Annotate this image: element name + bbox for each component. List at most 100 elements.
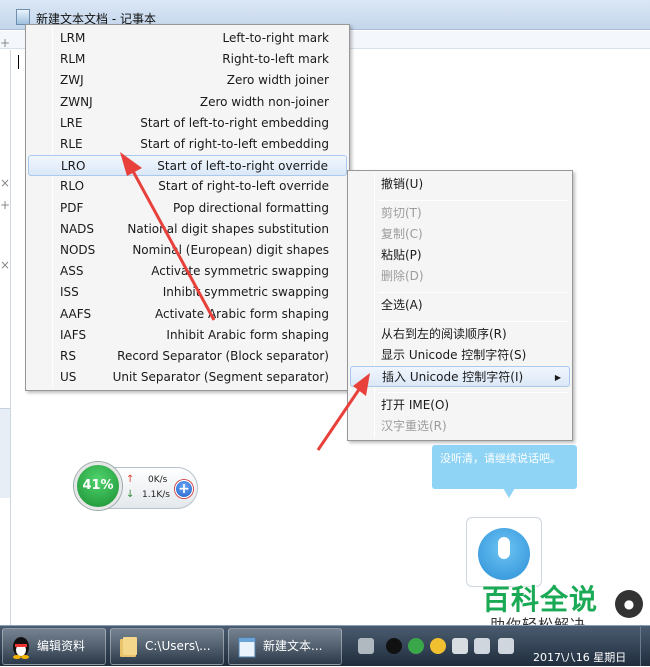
submenu-item-abbr: RLE xyxy=(60,137,83,151)
menu-item-label: 从右到左的阅读顺序(R) xyxy=(381,327,507,341)
menu-item-label: 删除(D) xyxy=(381,269,424,283)
submenu-item-abbr: RS xyxy=(60,349,76,363)
submenu-item-iss[interactable]: ISS Inhibit symmetric swapping xyxy=(28,282,347,303)
voice-bubble-tail xyxy=(503,488,515,498)
submenu-item-rlo[interactable]: RLO Start of right-to-left override xyxy=(28,176,347,197)
submenu-item-description: Inhibit Arabic form shaping xyxy=(166,327,329,342)
menu-item-copy[interactable]: 复制(C) xyxy=(350,224,570,245)
submenu-item-description: Right-to-left mark xyxy=(222,52,329,67)
side-close-icon: × xyxy=(0,176,11,190)
context-menu: 撤销(U) 剪切(T) 复制(C) 粘贴(P) 删除(D) 全选(A) 从右到左… xyxy=(347,170,573,441)
memory-usage-circle[interactable]: 41% xyxy=(74,462,122,510)
submenu-item-nods[interactable]: NODS Nominal (European) digit shapes xyxy=(28,240,347,261)
submenu-item-lrm[interactable]: LRM Left-to-right mark xyxy=(28,28,347,49)
menu-item-select-all[interactable]: 全选(A) xyxy=(350,295,570,316)
submenu-item-abbr: PDF xyxy=(60,200,84,215)
show-desktop-button[interactable] xyxy=(640,625,650,666)
notepad-icon xyxy=(16,9,30,25)
download-speed: 1.1K/s xyxy=(142,490,170,500)
menu-item-label: 汉字重选(R) xyxy=(381,419,447,433)
taskbar-button-qq-profile[interactable]: 编辑资料 xyxy=(2,628,106,665)
submenu-item-rle[interactable]: RLE Start of right-to-left embedding xyxy=(28,134,347,155)
submenu-item-description: Start of right-to-left override xyxy=(158,179,329,194)
submenu-item-zwj[interactable]: ZWJ Zero width joiner xyxy=(28,70,347,91)
submenu-item-description: Start of left-to-right override xyxy=(157,159,328,174)
submenu-item-rlm[interactable]: RLM Right-to-left mark xyxy=(28,49,347,70)
security-shield-icon[interactable] xyxy=(408,638,424,654)
submenu-item-us[interactable]: US Unit Separator (Segment separator) xyxy=(28,367,347,388)
menu-separator xyxy=(378,321,568,322)
menu-item-delete[interactable]: 删除(D) xyxy=(350,266,570,287)
watermark-title: 百科全说 xyxy=(482,583,599,616)
submenu-item-description: Pop directional formatting xyxy=(173,200,329,215)
qq-penguin-icon xyxy=(13,637,29,659)
side-plus-icon: + xyxy=(0,36,11,50)
menu-item-label: 复制(C) xyxy=(381,227,423,241)
side-plus-icon-2: + xyxy=(0,198,11,212)
menu-item-undo[interactable]: 撤销(U) xyxy=(350,174,570,195)
taskbar-button-notepad[interactable]: 新建文本... xyxy=(228,628,342,665)
submenu-item-rs[interactable]: RS Record Separator (Block separator) xyxy=(28,346,347,367)
submenu-item-description: Zero width joiner xyxy=(226,73,329,88)
menu-item-reconversion[interactable]: 汉字重选(R) xyxy=(350,416,570,437)
submenu-item-abbr: ZWJ xyxy=(60,73,84,88)
menu-item-label: 显示 Unicode 控制字符(S) xyxy=(381,348,527,362)
submenu-item-abbr: RLM xyxy=(60,52,86,67)
taskbar-button-label: 新建文本... xyxy=(263,639,323,653)
submenu-item-nads[interactable]: NADS National digit shapes substitution xyxy=(28,219,347,240)
text-caret xyxy=(18,55,19,69)
submenu-item-abbr: NODS xyxy=(60,243,96,257)
submenu-item-abbr: LRM xyxy=(60,31,86,45)
notepad-icon xyxy=(238,637,256,658)
speedup-plus-icon[interactable]: + xyxy=(175,480,193,498)
taskbar-button-explorer[interactable]: C:\Users\... xyxy=(110,628,224,665)
menu-item-paste[interactable]: 粘贴(P) xyxy=(350,245,570,266)
submenu-item-description: Unit Separator (Segment separator) xyxy=(112,370,329,385)
submenu-item-description: Activate Arabic form shaping xyxy=(154,306,329,321)
submenu-item-ass[interactable]: ASS Activate symmetric swapping xyxy=(28,261,347,282)
clock-date[interactable]: 2017\八16 星期日 xyxy=(533,649,626,665)
submenu-item-description: Start of right-to-left embedding xyxy=(140,137,329,151)
menu-item-rtl-reading[interactable]: 从右到左的阅读顺序(R) xyxy=(350,324,570,345)
submenu-item-lre[interactable]: LRE Start of left-to-right embedding xyxy=(28,113,347,134)
menu-item-label: 插入 Unicode 控制字符(I) xyxy=(382,370,524,384)
usb-device-icon[interactable] xyxy=(452,638,468,654)
menu-item-insert-unicode[interactable]: 插入 Unicode 控制字符(I) ▶ xyxy=(350,366,570,387)
qq-tray-icon[interactable] xyxy=(386,638,402,654)
floating-circle-icon[interactable]: ● xyxy=(615,590,643,618)
network-icon[interactable] xyxy=(474,638,490,654)
upload-speed: 0K/s xyxy=(148,475,168,485)
menu-item-show-unicode[interactable]: 显示 Unicode 控制字符(S) xyxy=(350,345,570,366)
submenu-item-abbr: AAFS xyxy=(60,306,92,321)
submenu-item-zwnj[interactable]: ZWNJ Zero width non-joiner xyxy=(28,92,347,113)
menu-item-label: 剪切(T) xyxy=(381,206,422,220)
volume-icon[interactable] xyxy=(498,638,514,654)
taskbar-button-label: C:\Users\... xyxy=(145,639,211,653)
submenu-item-description: Start of left-to-right embedding xyxy=(140,115,329,130)
submenu-item-description: Record Separator (Block separator) xyxy=(117,349,329,363)
unicode-control-submenu: LRM Left-to-right mark RLM Right-to-left ma… xyxy=(25,24,350,391)
submenu-item-abbr: ISS xyxy=(60,285,79,300)
menu-item-open-ime[interactable]: 打开 IME(O) xyxy=(350,395,570,416)
keyboard-icon[interactable] xyxy=(358,638,374,654)
system-tray xyxy=(358,626,538,667)
submenu-item-abbr: RLO xyxy=(60,179,85,194)
menu-separator xyxy=(378,200,568,201)
submenu-item-lro[interactable]: LRO Start of left-to-right override xyxy=(28,155,347,177)
taskbar-button-label: 编辑资料 xyxy=(37,639,86,653)
download-arrow-icon: ↓ xyxy=(126,489,135,500)
menu-item-cut[interactable]: 剪切(T) xyxy=(350,203,570,224)
voice-message-bubble: 没听清，请继续说话吧。 xyxy=(432,445,577,489)
submenu-item-description: National digit shapes substitution xyxy=(127,221,329,236)
submenu-item-description: Inhibit symmetric swapping xyxy=(162,285,329,300)
menu-item-label: 粘贴(P) xyxy=(381,248,422,262)
submenu-item-description: Left-to-right mark xyxy=(222,31,329,45)
submenu-item-description: Nominal (European) digit shapes xyxy=(132,243,329,257)
submenu-item-abbr: ZWNJ xyxy=(60,94,93,109)
submenu-item-abbr: LRO xyxy=(61,159,86,174)
submenu-item-iafs[interactable]: IAFS Inhibit Arabic form shaping xyxy=(28,325,347,346)
folder-icon xyxy=(120,637,137,657)
submenu-item-pdf[interactable]: PDF Pop directional formatting xyxy=(28,198,347,219)
submenu-item-aafs[interactable]: AAFS Activate Arabic form shaping xyxy=(28,304,347,325)
plus-tray-icon[interactable] xyxy=(430,638,446,654)
